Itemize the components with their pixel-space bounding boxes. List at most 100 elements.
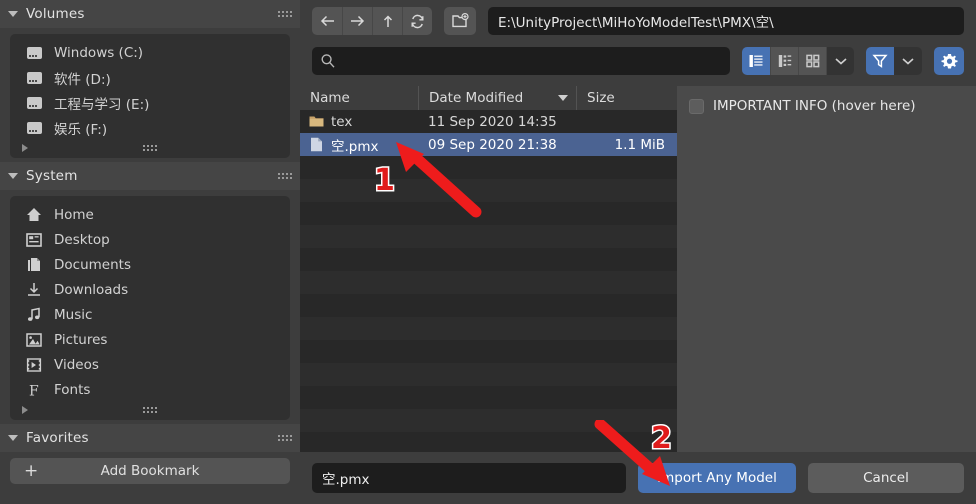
operator-options-panel: IMPORTANT INFO (hover here) bbox=[677, 86, 976, 452]
font-icon: F bbox=[24, 381, 44, 398]
display-options-dropdown[interactable] bbox=[826, 47, 854, 75]
panel-header-favorites[interactable]: Favorites bbox=[0, 424, 300, 452]
triangle-right-icon[interactable] bbox=[22, 144, 28, 152]
column-header-date-modified[interactable]: Date Modified bbox=[418, 86, 576, 110]
file-name-text: tex bbox=[331, 113, 353, 130]
empty-row bbox=[300, 294, 677, 317]
directory-path-input[interactable]: E:\UnityProject\MiHoYoModelTest\PMX\空\ bbox=[488, 7, 964, 35]
panel-header-system[interactable]: System bbox=[0, 162, 300, 190]
chevron-down-icon bbox=[8, 435, 18, 441]
sidebar-item-label: 工程与学习 (E:) bbox=[54, 96, 150, 113]
arrow-right-icon bbox=[351, 15, 365, 27]
sidebar-item-label: Pictures bbox=[54, 331, 108, 348]
sidebar-item-label: Windows (C:) bbox=[54, 44, 144, 61]
drive-icon bbox=[24, 69, 44, 86]
file-name-cell: 空.pmx bbox=[300, 135, 418, 155]
file-icon bbox=[308, 137, 324, 153]
grip-handle[interactable] bbox=[278, 11, 292, 17]
search-input[interactable] bbox=[312, 47, 730, 75]
empty-row bbox=[300, 179, 677, 202]
sidebar-item-music[interactable]: Music bbox=[10, 302, 290, 327]
chevron-down-icon bbox=[902, 58, 914, 65]
view-mode-thumbnail-grid-button[interactable] bbox=[798, 47, 826, 75]
sidebar-item-documents[interactable]: Documents bbox=[10, 252, 290, 277]
panel-title-system: System bbox=[26, 168, 78, 184]
add-bookmark-button[interactable]: + Add Bookmark bbox=[10, 458, 290, 484]
sidebar-item-fonts[interactable]: F Fonts bbox=[10, 377, 290, 402]
sidebar-item-label: Music bbox=[54, 306, 93, 323]
sidebar-item-desktop[interactable]: Desktop bbox=[10, 227, 290, 252]
empty-row bbox=[300, 271, 677, 294]
refresh-button[interactable] bbox=[402, 7, 432, 35]
file-list[interactable]: Name Date Modified Size tex 11 Sep 2020 … bbox=[300, 86, 677, 452]
sidebar-item-label: 娱乐 (F:) bbox=[54, 121, 108, 138]
grip-handle[interactable] bbox=[143, 145, 157, 151]
cancel-button-label: Cancel bbox=[863, 470, 909, 486]
arrow-up-icon bbox=[383, 14, 392, 27]
cancel-button[interactable]: Cancel bbox=[808, 463, 964, 493]
settings-button[interactable] bbox=[934, 47, 964, 75]
system-box-footer bbox=[10, 402, 290, 418]
sidebar-item-label: Documents bbox=[54, 256, 131, 273]
download-icon bbox=[24, 281, 44, 298]
forward-button[interactable] bbox=[342, 7, 372, 35]
filter-toggle-button[interactable] bbox=[866, 47, 894, 75]
sidebar-item-drive-f[interactable]: 娱乐 (F:) bbox=[10, 115, 290, 140]
grip-handle[interactable] bbox=[143, 407, 157, 413]
chevron-down-icon bbox=[8, 11, 18, 17]
drive-icon bbox=[24, 119, 44, 136]
important-info-row[interactable]: IMPORTANT INFO (hover here) bbox=[689, 98, 964, 114]
selected-file-row[interactable]: 空.pmx 09 Sep 2020 21:38 1.1 MiB bbox=[300, 133, 677, 156]
sidebar: Volumes Windows (C:) 软件 (D:) 工程与学习 (E:) … bbox=[0, 0, 300, 504]
sidebar-item-label: Videos bbox=[54, 356, 99, 373]
desktop-icon bbox=[24, 231, 44, 248]
bottom-action-bar: 空.pmx Import Any Model Cancel bbox=[300, 452, 976, 504]
new-directory-button[interactable] bbox=[444, 7, 476, 35]
sidebar-item-drive-d[interactable]: 软件 (D:) bbox=[10, 65, 290, 90]
drive-icon bbox=[24, 94, 44, 111]
annotation-label-2: 2 bbox=[650, 420, 674, 458]
grip-handle[interactable] bbox=[278, 173, 292, 179]
system-list: Home Desktop Documents Downloads Music P… bbox=[10, 196, 290, 420]
empty-row bbox=[300, 156, 677, 179]
sidebar-item-drive-e[interactable]: 工程与学习 (E:) bbox=[10, 90, 290, 115]
empty-row bbox=[300, 225, 677, 248]
empty-row bbox=[300, 248, 677, 271]
picture-icon bbox=[24, 331, 44, 348]
import-button[interactable]: Import Any Model bbox=[638, 463, 796, 493]
column-label: Size bbox=[587, 90, 615, 106]
panel-title-volumes: Volumes bbox=[26, 6, 85, 22]
thumbnail-grid-view-icon bbox=[805, 54, 819, 68]
panel-body-volumes: Windows (C:) 软件 (D:) 工程与学习 (E:) 娱乐 (F:) bbox=[0, 28, 300, 162]
filter-options-dropdown[interactable] bbox=[894, 47, 922, 75]
important-info-checkbox[interactable] bbox=[689, 98, 704, 114]
table-row[interactable]: tex 11 Sep 2020 14:35 bbox=[300, 110, 677, 133]
sidebar-item-pictures[interactable]: Pictures bbox=[10, 327, 290, 352]
file-name-cell: tex bbox=[300, 114, 418, 130]
funnel-icon bbox=[872, 54, 888, 68]
filter-toolbar bbox=[300, 42, 976, 80]
sidebar-item-windows-c[interactable]: Windows (C:) bbox=[10, 40, 290, 65]
vertical-list-view-icon bbox=[749, 55, 763, 67]
parent-directory-button[interactable] bbox=[372, 7, 402, 35]
directory-path-value: E:\UnityProject\MiHoYoModelTest\PMX\空\ bbox=[498, 15, 774, 31]
sidebar-item-home[interactable]: Home bbox=[10, 202, 290, 227]
plus-icon: + bbox=[24, 460, 39, 481]
grip-handle[interactable] bbox=[278, 435, 292, 441]
column-header-name[interactable]: Name bbox=[300, 86, 418, 110]
panel-title-favorites: Favorites bbox=[26, 430, 89, 446]
panel-header-volumes[interactable]: Volumes bbox=[0, 0, 300, 28]
column-header-size[interactable]: Size bbox=[576, 86, 677, 110]
music-note-icon bbox=[24, 306, 44, 323]
add-bookmark-label: Add Bookmark bbox=[100, 463, 200, 479]
filename-input[interactable]: 空.pmx bbox=[312, 463, 626, 493]
sidebar-item-videos[interactable]: Videos bbox=[10, 352, 290, 377]
back-button[interactable] bbox=[312, 7, 342, 35]
triangle-right-icon[interactable] bbox=[22, 406, 28, 414]
volumes-list: Windows (C:) 软件 (D:) 工程与学习 (E:) 娱乐 (F:) bbox=[10, 34, 290, 158]
view-mode-vertical-list-button[interactable] bbox=[742, 47, 770, 75]
annotation-label-1: 1 bbox=[373, 162, 397, 200]
view-mode-horizontal-list-button[interactable] bbox=[770, 47, 798, 75]
sidebar-item-downloads[interactable]: Downloads bbox=[10, 277, 290, 302]
home-icon bbox=[24, 206, 44, 223]
